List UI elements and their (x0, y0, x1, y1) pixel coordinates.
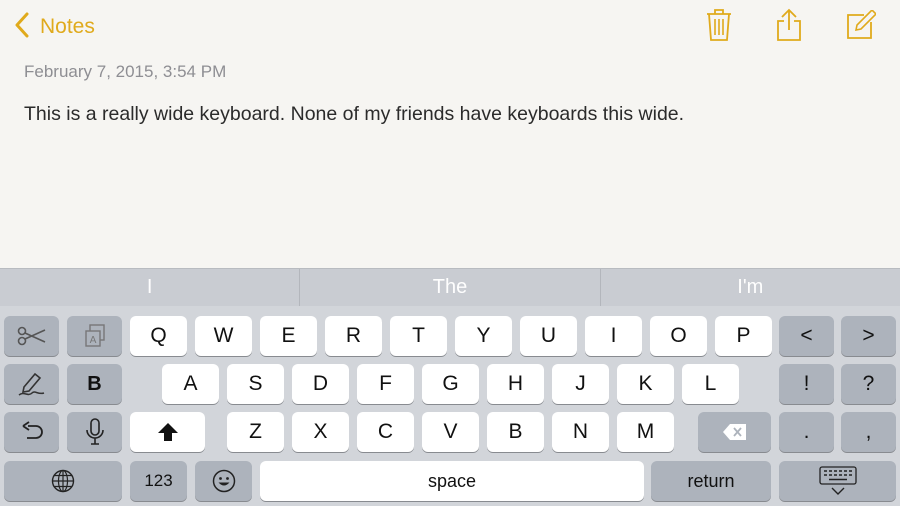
key-period[interactable]: . (779, 412, 834, 452)
share-button[interactable] (776, 8, 802, 42)
key-l[interactable]: L (682, 364, 739, 404)
back-button-label: Notes (40, 15, 95, 38)
key-exclamation[interactable]: ! (779, 364, 834, 404)
pen-icon (18, 371, 46, 397)
key-j[interactable]: J (552, 364, 609, 404)
compose-button[interactable] (846, 10, 876, 40)
key-g[interactable]: G (422, 364, 479, 404)
key-i[interactable]: I (585, 316, 642, 356)
key-s[interactable]: S (227, 364, 284, 404)
key-n[interactable]: N (552, 412, 609, 452)
back-button[interactable]: Notes (14, 12, 95, 42)
key-x[interactable]: X (292, 412, 349, 452)
key-comma[interactable]: , (841, 412, 896, 452)
key-m[interactable]: M (617, 412, 674, 452)
globe-icon (51, 469, 75, 493)
key-a[interactable]: A (162, 364, 219, 404)
share-icon (776, 8, 802, 42)
emoji-key[interactable] (195, 461, 252, 501)
dictation-button[interactable] (67, 412, 122, 452)
undo-button[interactable] (4, 412, 59, 452)
globe-key[interactable] (4, 461, 122, 501)
chevron-left-icon (14, 12, 30, 43)
key-q[interactable]: Q (130, 316, 187, 356)
key-f[interactable]: F (357, 364, 414, 404)
prediction-2[interactable]: The (299, 269, 599, 306)
svg-text:A: A (89, 335, 96, 346)
keyboard: I The I'm A Q W E R T Y U I O P < > B A … (0, 268, 900, 506)
predictive-bar: I The I'm (0, 268, 900, 306)
key-y[interactable]: Y (455, 316, 512, 356)
key-z[interactable]: Z (227, 412, 284, 452)
delete-key[interactable] (698, 412, 771, 452)
shift-key[interactable] (130, 412, 205, 452)
key-e[interactable]: E (260, 316, 317, 356)
cut-button[interactable] (4, 316, 59, 356)
trash-icon (706, 8, 732, 42)
key-d[interactable]: D (292, 364, 349, 404)
key-h[interactable]: H (487, 364, 544, 404)
key-v[interactable]: V (422, 412, 479, 452)
compose-icon (846, 10, 876, 40)
handwriting-button[interactable] (4, 364, 59, 404)
cursor-left-button[interactable]: < (779, 316, 834, 356)
key-b[interactable]: B (487, 412, 544, 452)
copy-icon: A (84, 324, 106, 348)
key-p[interactable]: P (715, 316, 772, 356)
shift-icon (157, 422, 179, 442)
keyboard-dismiss-icon (818, 466, 857, 496)
key-w[interactable]: W (195, 316, 252, 356)
dismiss-keyboard-key[interactable] (779, 461, 896, 501)
copy-button[interactable]: A (67, 316, 122, 356)
key-r[interactable]: R (325, 316, 382, 356)
bold-button[interactable]: B (67, 364, 122, 404)
prediction-1[interactable]: I (0, 269, 299, 306)
key-t[interactable]: T (390, 316, 447, 356)
return-key[interactable]: return (651, 461, 771, 501)
key-question[interactable]: ? (841, 364, 896, 404)
notes-area: Notes February 7, 2015, 3:54 PM This is … (0, 0, 900, 268)
delete-icon (722, 423, 748, 441)
microphone-icon (85, 418, 105, 446)
key-o[interactable]: O (650, 316, 707, 356)
note-date: February 7, 2015, 3:54 PM (24, 62, 227, 81)
note-body[interactable]: This is a really wide keyboard. None of … (24, 103, 684, 126)
numbers-key[interactable]: 123 (130, 461, 187, 501)
key-k[interactable]: K (617, 364, 674, 404)
key-u[interactable]: U (520, 316, 577, 356)
prediction-3[interactable]: I'm (599, 269, 900, 306)
cursor-right-button[interactable]: > (841, 316, 896, 356)
scissors-icon (17, 326, 47, 346)
emoji-icon (212, 469, 236, 493)
undo-icon (19, 421, 45, 443)
space-key[interactable]: space (260, 461, 644, 501)
key-c[interactable]: C (357, 412, 414, 452)
trash-button[interactable] (706, 8, 732, 42)
